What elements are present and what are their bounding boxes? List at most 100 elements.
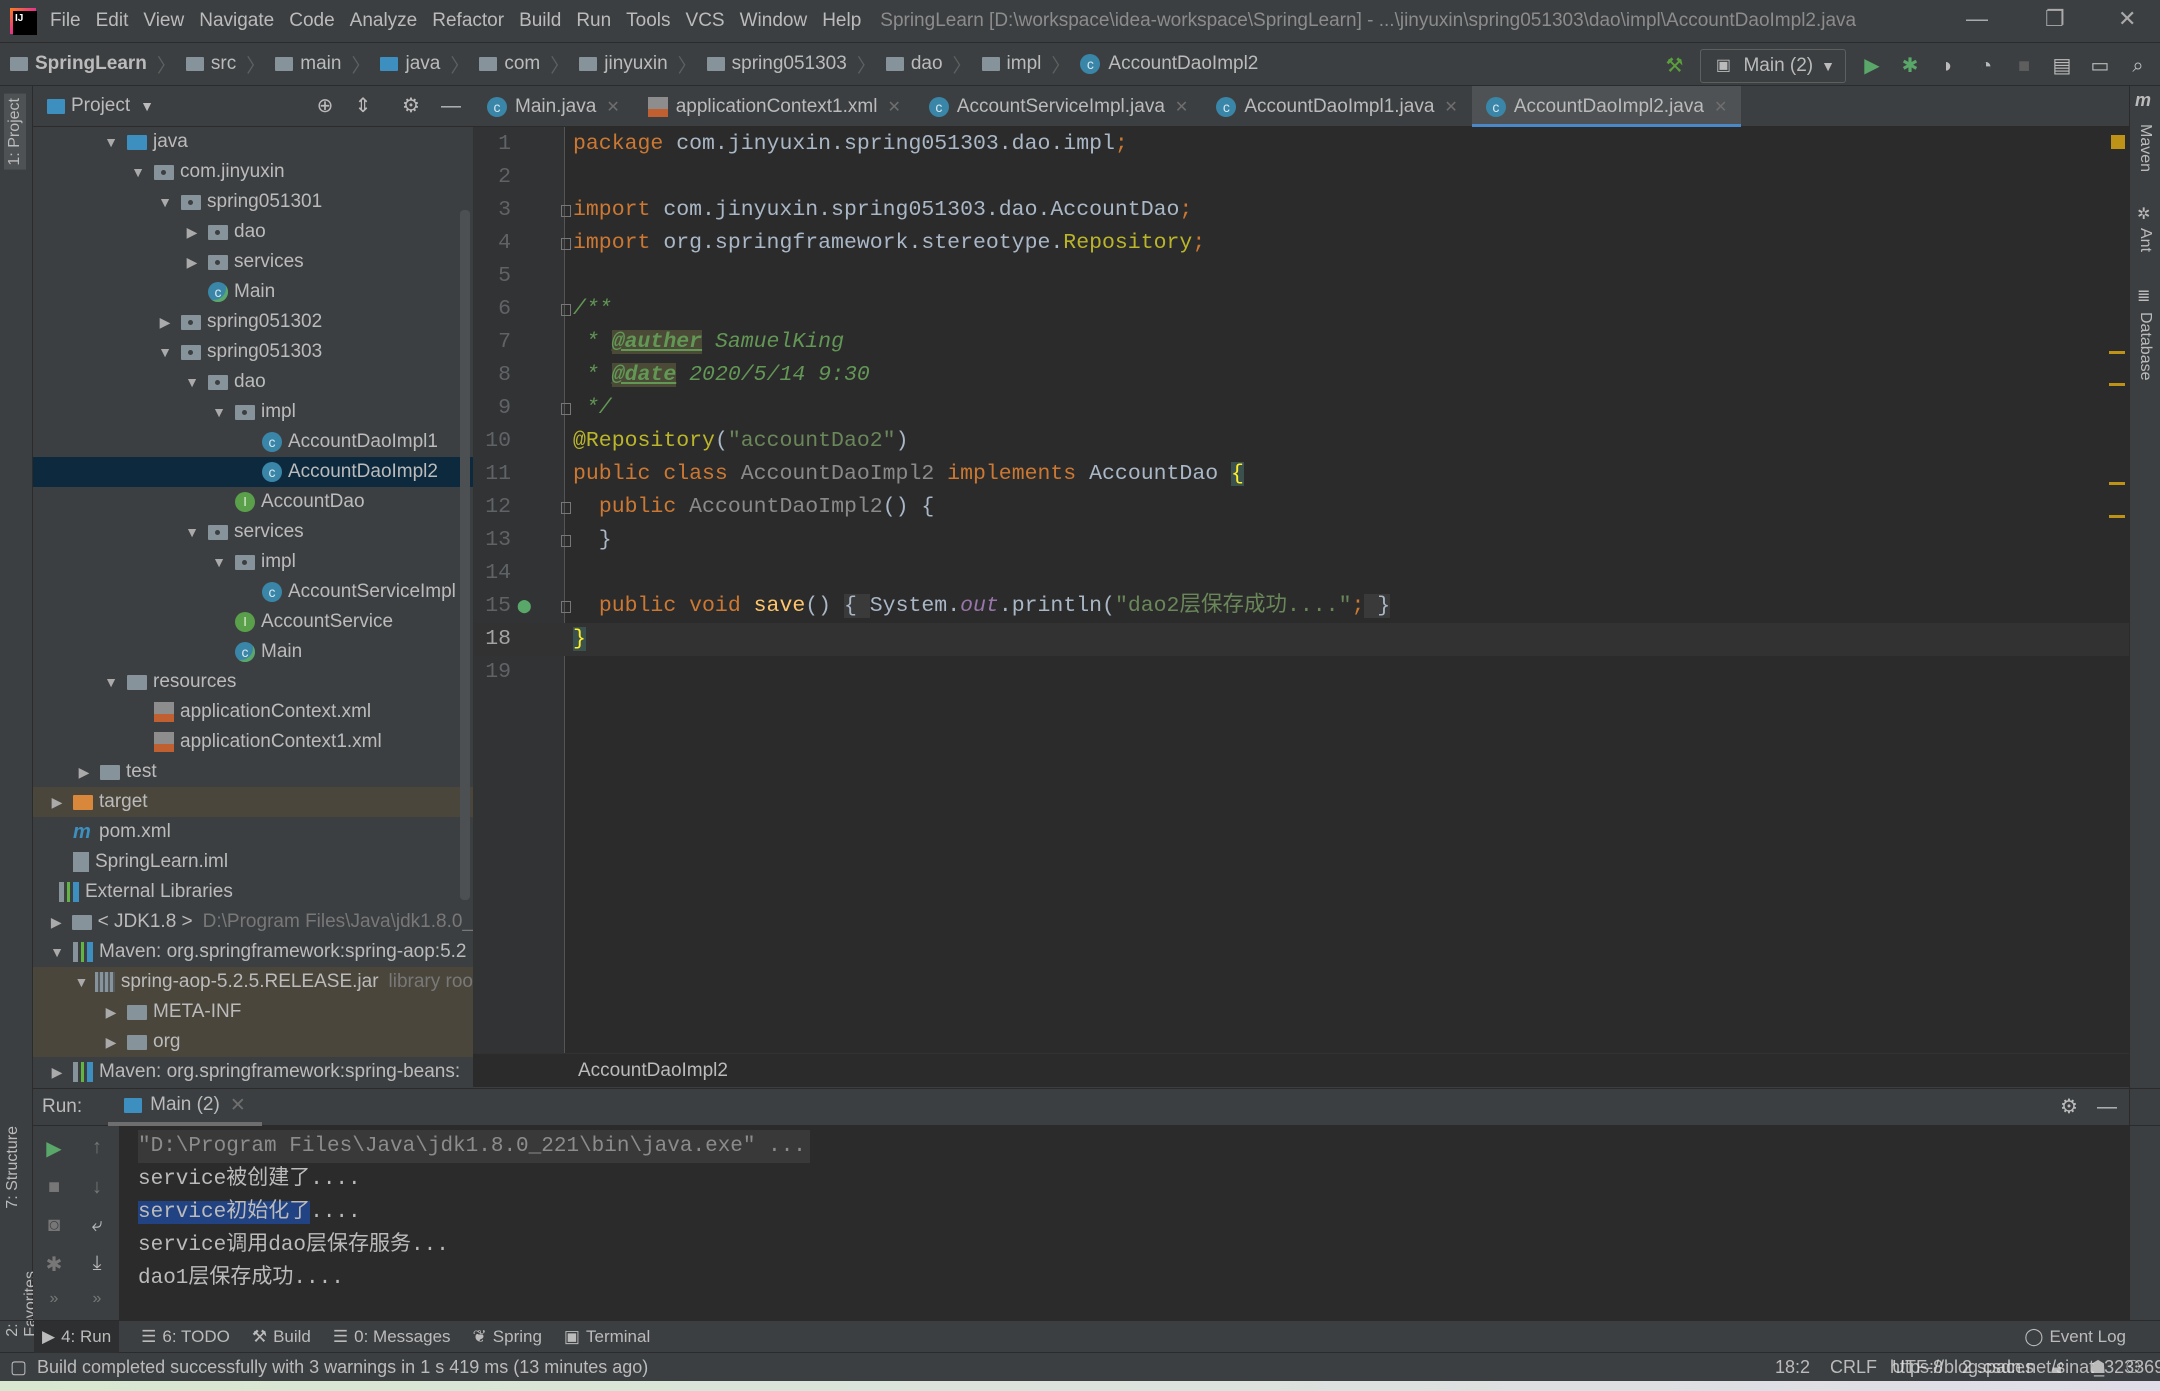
tree-item[interactable]: c Main xyxy=(33,277,473,307)
tree-item[interactable]: ▶ < JDK1.8 > D:\Program Files\Java\jdk1.8.… xyxy=(33,907,473,937)
editor-tab[interactable]: c AccountDaoImpl2.java ✕ xyxy=(1471,86,1742,128)
ant-tool-button[interactable]: Ant xyxy=(2136,228,2154,252)
database-tool-button[interactable]: Database xyxy=(2136,312,2154,381)
camera-icon[interactable]: ◙ xyxy=(42,1214,66,1238)
chevron-down-icon[interactable]: ▼ xyxy=(140,98,154,114)
menu-window[interactable]: Window xyxy=(740,10,808,32)
expanded-arrow-icon[interactable]: ▼ xyxy=(182,374,202,390)
structure-tool-button[interactable]: 7: Structure xyxy=(4,1126,22,1209)
tree-item[interactable]: ▶ org xyxy=(33,1027,473,1057)
tree-item[interactable]: ▼ Maven: org.springframework:spring-aop:5… xyxy=(33,937,473,967)
fold-marker-icon[interactable] xyxy=(561,238,571,250)
code-editor[interactable]: 1 package com.jinyuxin.spring051303.dao.i… xyxy=(473,127,2129,1053)
close-tab-icon[interactable]: ✕ xyxy=(887,97,900,117)
expanded-arrow-icon[interactable]: ▼ xyxy=(101,674,121,690)
tree-item[interactable]: ▶ Maven: org.springframework:spring-beans… xyxy=(33,1057,473,1087)
restore-icon[interactable]: ❐ xyxy=(2045,6,2065,32)
collapsed-arrow-icon[interactable]: ▶ xyxy=(155,314,175,331)
scroll-to-end-icon[interactable]: ⤓ xyxy=(85,1252,109,1276)
breadcrumb-item[interactable]: SpringLearn 〉 xyxy=(10,51,176,78)
tree-item[interactable]: ▼ com.jinyuxin xyxy=(33,157,473,187)
close-icon[interactable]: ✕ xyxy=(2118,6,2136,32)
breadcrumb-item[interactable]: main 〉 xyxy=(275,51,370,78)
maven-tool-button[interactable]: Maven xyxy=(2136,124,2154,172)
menu-refactor[interactable]: Refactor xyxy=(432,10,504,32)
up-arrow-icon[interactable]: ↑ xyxy=(85,1136,109,1160)
menu-build[interactable]: Build xyxy=(519,10,561,32)
menu-code[interactable]: Code xyxy=(289,10,334,32)
implements-gutter-icon[interactable]: ⬤ xyxy=(517,590,532,623)
editor-tab[interactable]: c AccountDaoImpl1.java ✕ xyxy=(1202,86,1472,127)
expanded-arrow-icon[interactable]: ▼ xyxy=(209,404,229,420)
breadcrumb-item[interactable]: jinyuxin 〉 xyxy=(579,51,697,78)
layout-toggle-icon[interactable]: ▢ xyxy=(10,1357,27,1378)
expanded-arrow-icon[interactable]: ▼ xyxy=(182,524,202,540)
close-tab-icon[interactable]: ✕ xyxy=(230,1094,246,1117)
editor-tab[interactable]: c Main.java ✕ xyxy=(473,86,634,127)
gear-icon[interactable]: ⚙ xyxy=(2057,1095,2081,1119)
close-tab-icon[interactable]: ✕ xyxy=(606,97,619,117)
tree-item[interactable]: ▶ dao xyxy=(33,217,473,247)
breadcrumb-item[interactable]: impl 〉 xyxy=(981,51,1070,78)
tree-item[interactable]: ▶ target xyxy=(33,787,473,817)
gear-icon[interactable]: ⚙ xyxy=(399,94,423,118)
profile-icon[interactable]: ◔ xyxy=(1974,54,1998,78)
editor-breadcrumb[interactable]: AccountDaoImpl2 xyxy=(473,1053,2129,1087)
breadcrumb-item[interactable]: c AccountDaoImpl2 xyxy=(1080,51,1258,78)
rerun-icon[interactable]: ▶ xyxy=(42,1136,66,1160)
breadcrumb-item[interactable]: spring051303 〉 xyxy=(706,51,876,78)
fold-marker-icon[interactable] xyxy=(561,535,571,547)
more-icon[interactable]: » xyxy=(42,1290,66,1314)
hide-icon[interactable]: — xyxy=(439,94,463,118)
tree-item[interactable]: c AccountServiceImpl xyxy=(33,577,473,607)
menu-navigate[interactable]: Navigate xyxy=(199,10,274,32)
menu-help[interactable]: Help xyxy=(822,10,861,32)
tool-window-terminal[interactable]: ▣ Terminal xyxy=(564,1321,650,1353)
tree-item[interactable]: m pom.xml xyxy=(33,817,473,847)
run-tab-main[interactable]: Main (2) ✕ xyxy=(108,1088,262,1126)
minimize-icon[interactable]: — xyxy=(1966,6,1988,32)
tree-item[interactable]: ▶ spring051302 xyxy=(33,307,473,337)
run-configuration-select[interactable]: ▣ Main (2) ▼ xyxy=(1700,49,1846,83)
menu-analyze[interactable]: Analyze xyxy=(350,10,418,32)
locate-icon[interactable]: ⊕ xyxy=(313,94,337,118)
tool-window-todo[interactable]: ☰ 6: TODO xyxy=(141,1321,230,1353)
tree-item[interactable]: c AccountDaoImpl2 xyxy=(33,457,473,487)
hide-icon[interactable]: — xyxy=(2095,1095,2119,1119)
expanded-arrow-icon[interactable]: ▼ xyxy=(128,164,148,180)
tree-item[interactable]: SpringLearn.iml xyxy=(33,847,473,877)
breadcrumb-item[interactable]: dao 〉 xyxy=(885,51,972,78)
project-structure-icon[interactable]: ▤ xyxy=(2050,54,2074,78)
debug-icon[interactable]: ✱ xyxy=(42,1252,66,1276)
more-icon[interactable]: » xyxy=(85,1290,109,1314)
collapsed-arrow-icon[interactable]: ▶ xyxy=(47,1064,67,1081)
tree-item[interactable]: applicationContext1.xml xyxy=(33,727,473,757)
tool-window-messages[interactable]: ☰ 0: Messages xyxy=(333,1321,451,1353)
collapsed-arrow-icon[interactable]: ▶ xyxy=(47,794,67,811)
menu-file[interactable]: File xyxy=(50,10,81,32)
menu-edit[interactable]: Edit xyxy=(96,10,129,32)
tree-item[interactable]: ▼ impl xyxy=(33,547,473,577)
tree-item[interactable]: ▼ impl xyxy=(33,397,473,427)
expanded-arrow-icon[interactable]: ▼ xyxy=(155,194,175,210)
editor-tab[interactable]: applicationContext1.xml ✕ xyxy=(634,86,915,127)
expanded-arrow-icon[interactable]: ▼ xyxy=(155,344,175,360)
expanded-arrow-icon[interactable]: ▼ xyxy=(74,974,89,990)
tree-item[interactable]: ▼ services xyxy=(33,517,473,547)
tree-item[interactable]: I AccountDao xyxy=(33,487,473,517)
build-hammer-icon[interactable]: ⚒ xyxy=(1662,54,1686,78)
menu-run[interactable]: Run xyxy=(576,10,611,32)
editor-tab[interactable]: c AccountServiceImpl.java ✕ xyxy=(915,86,1202,127)
collapsed-arrow-icon[interactable]: ▶ xyxy=(182,254,202,271)
fold-marker-icon[interactable] xyxy=(561,205,571,217)
soft-wrap-icon[interactable]: ⤶ xyxy=(85,1214,109,1238)
status-message[interactable]: Build completed successfully with 3 warn… xyxy=(37,1357,648,1378)
expanded-arrow-icon[interactable]: ▼ xyxy=(101,134,121,150)
tree-item[interactable]: applicationContext.xml xyxy=(33,697,473,727)
tree-item[interactable]: ▶ services xyxy=(33,247,473,277)
console-output[interactable]: "D:\Program Files\Java\jdk1.8.0_221\bin\… xyxy=(120,1126,2129,1320)
fold-marker-icon[interactable] xyxy=(561,403,571,415)
stop-icon[interactable]: ■ xyxy=(42,1176,66,1200)
expanded-arrow-icon[interactable]: ▼ xyxy=(47,944,67,960)
search-icon[interactable]: ⌕ xyxy=(2126,54,2150,78)
